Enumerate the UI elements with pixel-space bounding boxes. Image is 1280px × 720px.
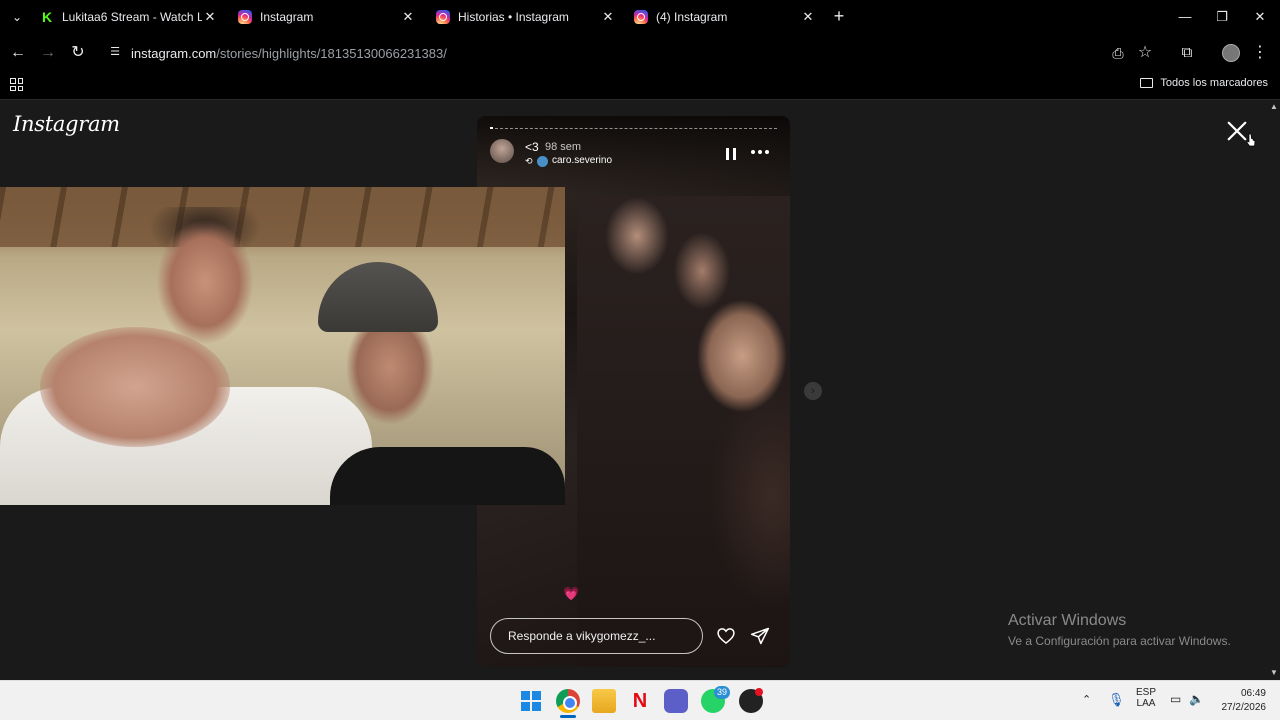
like-heart-icon[interactable]	[716, 626, 736, 646]
overlay-video-frame	[0, 187, 565, 505]
repost-icon: ⟲	[525, 156, 533, 166]
reload-icon[interactable]: ↻	[67, 42, 89, 64]
windows-start-icon[interactable]	[519, 689, 543, 713]
tab-strip: ⌄ K Lukitaa6 Stream - Watch Live on ✕ In…	[0, 0, 1280, 34]
all-bookmarks-button[interactable]: Todos los marcadores	[1140, 77, 1268, 89]
activation-subtitle: Ve a Configuración para activar Windows.	[1008, 634, 1231, 648]
story-reply-input[interactable]	[490, 618, 703, 654]
tab-kick-stream[interactable]: K Lukitaa6 Stream - Watch Live on ✕	[40, 4, 218, 30]
extensions-puzzle-icon[interactable]: ⧉	[1176, 42, 1198, 64]
bookmark-star-icon[interactable]: ☆	[1134, 42, 1156, 64]
origin-username[interactable]: caro.severino	[552, 155, 612, 166]
folder-icon	[1140, 78, 1154, 88]
close-story-icon[interactable]	[1226, 120, 1248, 142]
clock-time: 06:49	[1240, 688, 1266, 699]
tab-title: Lukitaa6 Stream - Watch Live on	[62, 10, 202, 24]
windows-taskbar: N 39 ⌃ 🎙 ESP LAA ▭ 🔈 06:49 27/2/2026	[0, 680, 1280, 720]
restore-icon[interactable]: ❐	[1211, 6, 1233, 28]
origin-user-avatar[interactable]	[537, 156, 548, 167]
profile-avatar[interactable]	[1222, 44, 1240, 62]
show-hidden-icons-chevron-icon[interactable]: ⌃	[1082, 693, 1091, 706]
story-timestamp: 98 sem	[545, 141, 582, 153]
netflix-icon[interactable]: N	[628, 689, 652, 713]
mouse-cursor-icon	[1246, 133, 1256, 147]
bookmarks-bar: Todos los marcadores	[0, 72, 1280, 100]
site-info-icon[interactable]: ☰	[108, 45, 122, 59]
volume-icon[interactable]: 🔈	[1189, 692, 1204, 706]
tab-instagram[interactable]: Instagram ✕	[238, 4, 416, 30]
scroll-up-arrow-icon[interactable]: ▲	[1270, 103, 1278, 111]
instagram-story-viewer: Instagram <3 98 sem ⟲ caro.severino 💗	[0, 100, 1268, 680]
address-bar[interactable]: ☰ instagram.com/stories/highlights/18135…	[100, 39, 1100, 67]
install-app-icon[interactable]: ⎙	[1107, 42, 1129, 64]
pause-icon[interactable]	[725, 148, 737, 160]
tab-title: (4) Instagram	[656, 10, 728, 24]
tab-close-icon[interactable]: ✕	[800, 9, 816, 25]
apps-grid-icon[interactable]	[10, 78, 23, 91]
activation-title: Activar Windows	[1008, 612, 1127, 629]
heart-emoji: 💗	[563, 586, 580, 601]
teams-icon[interactable]	[664, 689, 688, 713]
back-arrow-icon[interactable]: ←	[7, 42, 29, 64]
browser-toolbar: ← → ↻ ☰ instagram.com/stories/highlights…	[0, 34, 1280, 72]
story-author-avatar[interactable]	[490, 139, 514, 163]
tab-close-icon[interactable]: ✕	[400, 9, 416, 25]
story-progress-fill	[490, 127, 493, 129]
system-clock[interactable]: 06:49 27/2/2026	[1210, 687, 1267, 715]
send-icon[interactable]	[750, 626, 770, 646]
instagram-favicon-icon	[634, 10, 648, 24]
forward-arrow-icon[interactable]: →	[37, 42, 59, 64]
microphone-icon[interactable]: 🎙	[1108, 692, 1125, 708]
window-close-icon[interactable]: ✕	[1249, 6, 1271, 28]
instagram-favicon-icon	[436, 10, 450, 24]
language-indicator[interactable]: ESP LAA	[1134, 687, 1158, 709]
active-app-indicator	[560, 715, 576, 718]
network-icon[interactable]: ▭	[1170, 692, 1181, 706]
tab-instagram-notifications[interactable]: (4) Instagram ✕	[634, 4, 816, 30]
more-options-icon[interactable]	[751, 150, 769, 156]
url-text[interactable]: instagram.com/stories/highlights/1813513…	[131, 46, 447, 61]
menu-kebab-icon[interactable]: ⋮	[1249, 42, 1271, 64]
tab-title: Instagram	[260, 10, 314, 24]
all-bookmarks-label: Todos los marcadores	[1160, 77, 1268, 89]
tab-close-icon[interactable]: ✕	[600, 9, 616, 25]
tab-title: Historias • Instagram	[458, 10, 569, 24]
windows-activation-watermark: Activar Windows Ve a Configuración para …	[1008, 612, 1231, 648]
scroll-down-arrow-icon[interactable]: ▼	[1270, 669, 1278, 677]
page-scrollbar[interactable]: ▲ ▼	[1268, 100, 1280, 680]
minimize-icon[interactable]: —	[1174, 6, 1196, 28]
instagram-favicon-icon	[238, 10, 252, 24]
chrome-icon[interactable]	[556, 689, 580, 713]
tab-search-chevron-icon[interactable]: ⌄	[8, 8, 26, 26]
notification-dot	[755, 688, 763, 696]
tab-historias-instagram[interactable]: Historias • Instagram ✕	[436, 4, 616, 30]
story-highlight-name[interactable]: <3	[525, 140, 539, 154]
tab-close-icon[interactable]: ✕	[202, 9, 218, 25]
next-story-chevron-icon[interactable]: ›	[804, 382, 822, 400]
kick-favicon-icon: K	[40, 9, 54, 25]
new-tab-plus-icon[interactable]: +	[830, 7, 848, 25]
story-progress-bar	[490, 127, 777, 130]
instagram-logo[interactable]: Instagram	[13, 112, 120, 136]
file-explorer-icon[interactable]	[592, 689, 616, 713]
story-image	[577, 196, 790, 666]
whatsapp-unread-badge: 39	[714, 686, 731, 699]
clock-date: 27/2/2026	[1221, 702, 1267, 713]
